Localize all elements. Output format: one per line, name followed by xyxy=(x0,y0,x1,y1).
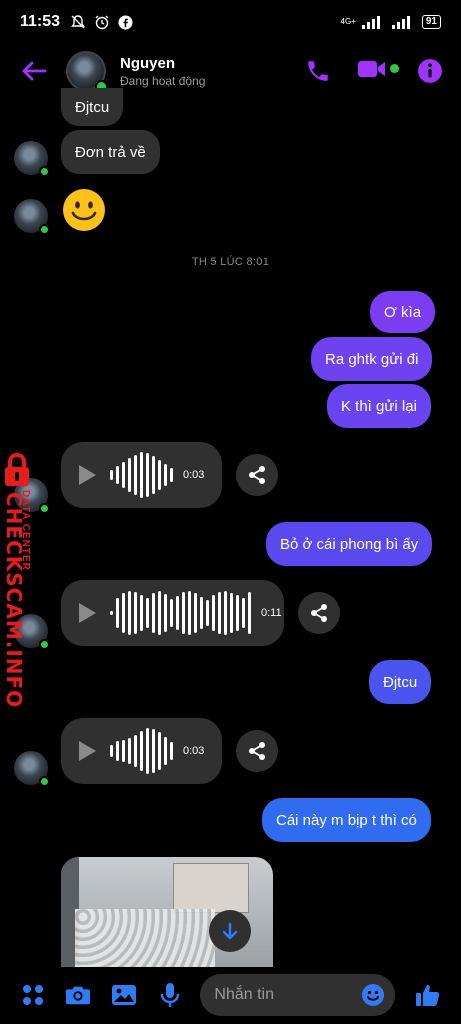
header-actions xyxy=(305,58,443,85)
message-outgoing[interactable]: Đjtcu xyxy=(369,660,432,704)
waveform xyxy=(110,452,173,498)
online-indicator xyxy=(39,776,50,787)
status-bar: 11:53 4G+ 91 xyxy=(0,0,461,44)
message-input[interactable]: Nhắn tin xyxy=(200,974,395,1016)
video-camera-icon xyxy=(358,60,385,77)
active-dot xyxy=(390,63,399,73)
emoji-icon[interactable] xyxy=(361,983,385,1007)
message-outgoing[interactable]: Bỏ ở cái phong bì ấy xyxy=(266,522,433,566)
video-call-button[interactable] xyxy=(357,58,399,85)
contact-info[interactable]: Nguyen Đang hoạt động xyxy=(120,55,205,88)
contact-name: Nguyen xyxy=(120,54,176,72)
online-indicator xyxy=(39,224,50,235)
alarm-icon xyxy=(95,15,109,30)
sender-avatar[interactable] xyxy=(14,141,50,177)
message-incoming[interactable]: Đơn trả về xyxy=(61,130,160,174)
arrow-left-icon xyxy=(22,61,47,81)
message-outgoing[interactable]: Ơ kìa xyxy=(370,291,436,333)
share-icon xyxy=(249,466,265,484)
smiley-emoji-icon xyxy=(63,189,105,231)
more-apps-button[interactable] xyxy=(20,982,45,1008)
emoji-message[interactable] xyxy=(62,188,106,232)
message-outgoing[interactable]: Ra ghtk gửi đi xyxy=(311,337,433,381)
message-input-placeholder: Nhắn tin xyxy=(214,986,274,1003)
voice-duration: 0:03 xyxy=(183,745,205,757)
voice-record-button[interactable] xyxy=(157,982,182,1008)
message-text: K thì gửi lại xyxy=(341,397,417,415)
like-button[interactable] xyxy=(415,982,441,1008)
status-time: 11:53 xyxy=(20,13,61,30)
waveform xyxy=(110,728,173,774)
sender-avatar[interactable] xyxy=(14,199,50,235)
message-outgoing[interactable]: K thì gửi lại xyxy=(327,384,431,428)
message-incoming[interactable]: Đjtcu xyxy=(61,88,124,126)
bell-off-icon xyxy=(71,15,85,29)
sender-avatar[interactable] xyxy=(14,751,50,787)
lock-icon xyxy=(5,452,29,486)
composer-bar: Nhắn tin xyxy=(0,966,461,1024)
share-button[interactable] xyxy=(298,592,340,634)
voice-duration: 0:11 xyxy=(261,607,282,619)
message-text: Bỏ ở cái phong bì ấy xyxy=(280,535,419,553)
waveform xyxy=(110,591,251,635)
facebook-icon xyxy=(118,14,133,30)
status-right: 4G+ 91 xyxy=(341,15,441,29)
play-icon[interactable] xyxy=(79,603,96,623)
play-icon[interactable] xyxy=(79,741,96,761)
grid-dots-icon xyxy=(22,985,43,1005)
image-icon xyxy=(112,985,137,1005)
photo-message[interactable] xyxy=(61,857,273,967)
voice-message[interactable]: 0:11 xyxy=(61,580,284,646)
scroll-to-bottom-button[interactable] xyxy=(209,910,251,952)
message-outgoing[interactable]: Cái này m bịp t thì có xyxy=(262,798,431,842)
voice-message[interactable]: 0:03 xyxy=(61,442,222,508)
share-icon xyxy=(311,604,327,622)
message-text: Ơ kìa xyxy=(384,303,422,321)
back-button[interactable] xyxy=(16,53,52,89)
share-button[interactable] xyxy=(236,454,278,496)
info-icon[interactable] xyxy=(417,58,443,84)
watermark-line2: CHECKSCAM.INFO xyxy=(2,492,26,709)
share-button[interactable] xyxy=(236,730,278,772)
arrow-down-icon xyxy=(222,922,238,940)
message-text: Ra ghtk gửi đi xyxy=(325,350,419,368)
signal-icon-2 xyxy=(391,15,410,29)
message-text: Đơn trả về xyxy=(75,143,146,161)
message-text: Cái này m bịp t thì có xyxy=(276,811,417,829)
share-icon xyxy=(249,742,265,760)
voice-message[interactable]: 0:03 xyxy=(61,718,222,784)
timestamp-divider: TH 5 LÚC 8:01 xyxy=(191,256,270,268)
camera-icon xyxy=(66,986,91,1005)
online-indicator xyxy=(39,166,50,177)
battery-icon: 91 xyxy=(421,15,441,29)
voice-duration: 0:03 xyxy=(183,469,205,481)
contact-avatar[interactable] xyxy=(66,51,108,93)
contact-status: Đang hoạt động xyxy=(120,73,206,88)
microphone-icon xyxy=(160,983,179,1007)
play-icon[interactable] xyxy=(79,465,96,485)
message-text: Đjtcu xyxy=(75,98,110,116)
network-type: 4G+ xyxy=(340,17,356,26)
gallery-button[interactable] xyxy=(111,982,137,1008)
signal-icon xyxy=(361,15,380,29)
camera-button[interactable] xyxy=(65,982,91,1008)
thumbs-up-icon xyxy=(416,984,440,1006)
status-icons xyxy=(70,14,133,30)
message-text: Đjtcu xyxy=(383,673,418,691)
phone-icon[interactable] xyxy=(305,58,331,84)
